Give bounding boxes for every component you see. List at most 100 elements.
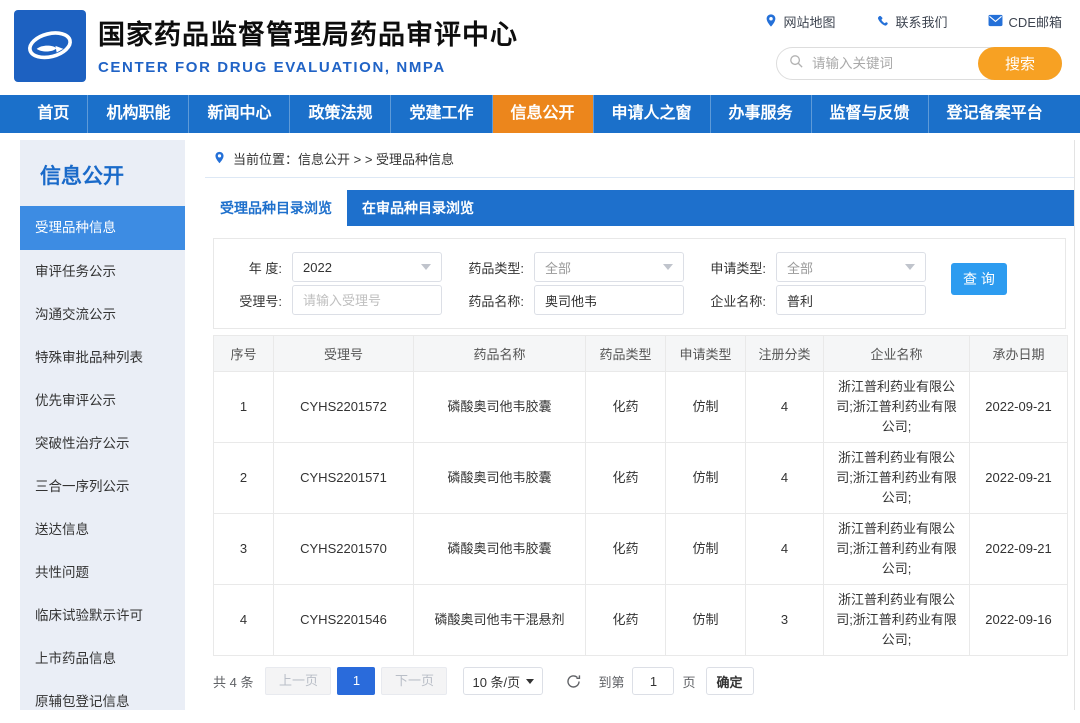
- sidebar: 信息公开 受理品种信息 审评任务公示 沟通交流公示 特殊审批品种列表 优先审评公…: [20, 140, 185, 710]
- search-icon: [789, 54, 804, 74]
- filter-row-1: 年 度: 2022 药品类型: 全部 申请类型: 全部: [216, 252, 1065, 282]
- col-header-drug-name: 药品名称: [414, 336, 586, 372]
- nav-item-info-disclosure[interactable]: 信息公开: [492, 95, 593, 133]
- refresh-icon[interactable]: [565, 673, 582, 690]
- site-title: 国家药品监督管理局药品审评中心: [98, 13, 518, 52]
- confirm-button[interactable]: 确定: [706, 667, 754, 695]
- sidebar-item-clinical-trial-license[interactable]: 临床试验默示许可: [20, 594, 185, 637]
- tab-accepted-catalog[interactable]: 受理品种目录浏览: [205, 190, 347, 226]
- nav-item-news[interactable]: 新闻中心: [188, 95, 289, 133]
- company-input[interactable]: [776, 285, 926, 315]
- col-header-drug-type: 药品类型: [586, 336, 666, 372]
- cell-drug-name: 磷酸奥司他韦胶囊: [414, 372, 586, 443]
- contact-link[interactable]: 联系我们: [876, 12, 948, 31]
- company-filter: 企业名称:: [700, 285, 926, 315]
- sidebar-item-delivery-info[interactable]: 送达信息: [20, 508, 185, 551]
- sidebar-item-breakthrough-therapy[interactable]: 突破性治疗公示: [20, 422, 185, 465]
- cde-logo: [14, 10, 86, 82]
- cell-drug-name: 磷酸奥司他韦胶囊: [414, 514, 586, 585]
- company-label: 企业名称:: [700, 291, 766, 310]
- col-header-apply-type: 申请类型: [666, 336, 746, 372]
- sidebar-item-excipient-registration[interactable]: 原辅包登记信息: [20, 680, 185, 723]
- mailbox-link[interactable]: CDE邮箱: [988, 12, 1062, 31]
- query-button[interactable]: 查 询: [951, 263, 1007, 295]
- nav-item-registration-platform[interactable]: 登记备案平台: [928, 95, 1061, 133]
- search-input[interactable]: [804, 56, 978, 71]
- drug-type-select[interactable]: 全部: [534, 252, 684, 282]
- cell-company: 浙江普利药业有限公司;浙江普利药业有限公司;: [824, 372, 970, 443]
- cell-drug-type: 化药: [586, 372, 666, 443]
- nav-item-policies[interactable]: 政策法规: [289, 95, 390, 133]
- pagination: 共 4 条 上一页 1 下一页 10 条/页 到第 页 确定: [213, 667, 1066, 695]
- cell-drug-type: 化药: [586, 514, 666, 585]
- page-number-button[interactable]: 1: [337, 667, 375, 695]
- cell-apply-type: 仿制: [666, 372, 746, 443]
- sidebar-item-accepted-varieties[interactable]: 受理品种信息: [20, 206, 185, 250]
- cell-index: 2: [214, 443, 274, 514]
- cell-index: 3: [214, 514, 274, 585]
- col-header-index: 序号: [214, 336, 274, 372]
- cell-company: 浙江普利药业有限公司;浙江普利药业有限公司;: [824, 585, 970, 656]
- sidebar-item-special-approval[interactable]: 特殊审批品种列表: [20, 336, 185, 379]
- mail-icon: [988, 14, 1003, 30]
- goto-page-input[interactable]: [632, 667, 674, 695]
- col-header-company: 企业名称: [824, 336, 970, 372]
- header-links: 网站地图 联系我们 CDE邮箱: [764, 12, 1062, 31]
- drug-name-filter: 药品名称:: [458, 285, 684, 315]
- total-count: 共 4 条: [213, 672, 253, 691]
- apply-type-label: 申请类型:: [700, 258, 766, 277]
- sidebar-item-three-in-one[interactable]: 三合一序列公示: [20, 465, 185, 508]
- search-button[interactable]: 搜索: [978, 47, 1062, 80]
- table-row: 3 CYHS2201570 磷酸奥司他韦胶囊 化药 仿制 4 浙江普利药业有限公…: [214, 514, 1068, 585]
- nav-item-supervision[interactable]: 监督与反馈: [811, 95, 928, 133]
- cell-drug-type: 化药: [586, 443, 666, 514]
- cell-accept-no: CYHS2201571: [274, 443, 414, 514]
- phone-icon: [876, 13, 890, 30]
- site-header: 国家药品监督管理局药品审评中心 CENTER FOR DRUG EVALUATI…: [0, 0, 1080, 95]
- year-select[interactable]: 2022: [292, 252, 442, 282]
- cell-drug-name: 磷酸奥司他韦胶囊: [414, 443, 586, 514]
- tab-bar: 受理品种目录浏览 在审品种目录浏览: [205, 190, 1074, 226]
- cde-emblem-icon: [21, 15, 79, 78]
- cell-drug-name: 磷酸奥司他韦干混悬剂: [414, 585, 586, 656]
- sidebar-item-common-issues[interactable]: 共性问题: [20, 551, 185, 594]
- filter-row-2: 受理号: 药品名称: 企业名称:: [216, 285, 1065, 315]
- cell-drug-type: 化药: [586, 585, 666, 656]
- table-row: 1 CYHS2201572 磷酸奥司他韦胶囊 化药 仿制 4 浙江普利药业有限公…: [214, 372, 1068, 443]
- sidebar-item-marketed-drugs[interactable]: 上市药品信息: [20, 637, 185, 680]
- cell-reg-class: 4: [746, 443, 824, 514]
- table-row: 4 CYHS2201546 磷酸奥司他韦干混悬剂 化药 仿制 3 浙江普利药业有…: [214, 585, 1068, 656]
- accept-no-input[interactable]: [292, 285, 442, 315]
- nav-item-services[interactable]: 办事服务: [710, 95, 811, 133]
- year-filter: 年 度: 2022: [216, 252, 442, 282]
- cell-apply-type: 仿制: [666, 514, 746, 585]
- nav-item-functions[interactable]: 机构职能: [87, 95, 188, 133]
- drug-type-label: 药品类型:: [458, 258, 524, 277]
- sidebar-item-review-tasks[interactable]: 审评任务公示: [20, 250, 185, 293]
- results-table: 序号 受理号 药品名称 药品类型 申请类型 注册分类 企业名称 承办日期 1 C…: [213, 335, 1068, 656]
- sitemap-link[interactable]: 网站地图: [764, 12, 836, 31]
- year-label: 年 度:: [216, 258, 282, 277]
- nav-item-home[interactable]: 首页: [19, 95, 87, 133]
- drug-name-input[interactable]: [534, 285, 684, 315]
- table-row: 2 CYHS2201571 磷酸奥司他韦胶囊 化药 仿制 4 浙江普利药业有限公…: [214, 443, 1068, 514]
- cell-company: 浙江普利药业有限公司;浙江普利药业有限公司;: [824, 443, 970, 514]
- main-nav: 首页 机构职能 新闻中心 政策法规 党建工作 信息公开 申请人之窗 办事服务 监…: [0, 95, 1080, 133]
- apply-type-select[interactable]: 全部: [776, 252, 926, 282]
- location-pin-icon: [213, 150, 226, 168]
- drug-name-label: 药品名称:: [458, 291, 524, 310]
- sidebar-item-priority-review[interactable]: 优先审评公示: [20, 379, 185, 422]
- filter-panel: 年 度: 2022 药品类型: 全部 申请类型: 全部: [213, 238, 1066, 329]
- chevron-down-icon: [663, 264, 673, 270]
- cell-date: 2022-09-16: [970, 585, 1068, 656]
- drug-type-filter: 药品类型: 全部: [458, 252, 684, 282]
- goto-unit: 页: [682, 672, 695, 691]
- nav-item-party[interactable]: 党建工作: [390, 95, 491, 133]
- sidebar-title: 信息公开: [20, 140, 185, 206]
- prev-page-button[interactable]: 上一页: [265, 667, 331, 695]
- nav-item-applicant[interactable]: 申请人之窗: [593, 95, 710, 133]
- tab-under-review-catalog[interactable]: 在审品种目录浏览: [347, 190, 489, 226]
- next-page-button[interactable]: 下一页: [381, 667, 447, 695]
- sidebar-item-communication[interactable]: 沟通交流公示: [20, 293, 185, 336]
- page-size-select[interactable]: 10 条/页: [463, 667, 543, 695]
